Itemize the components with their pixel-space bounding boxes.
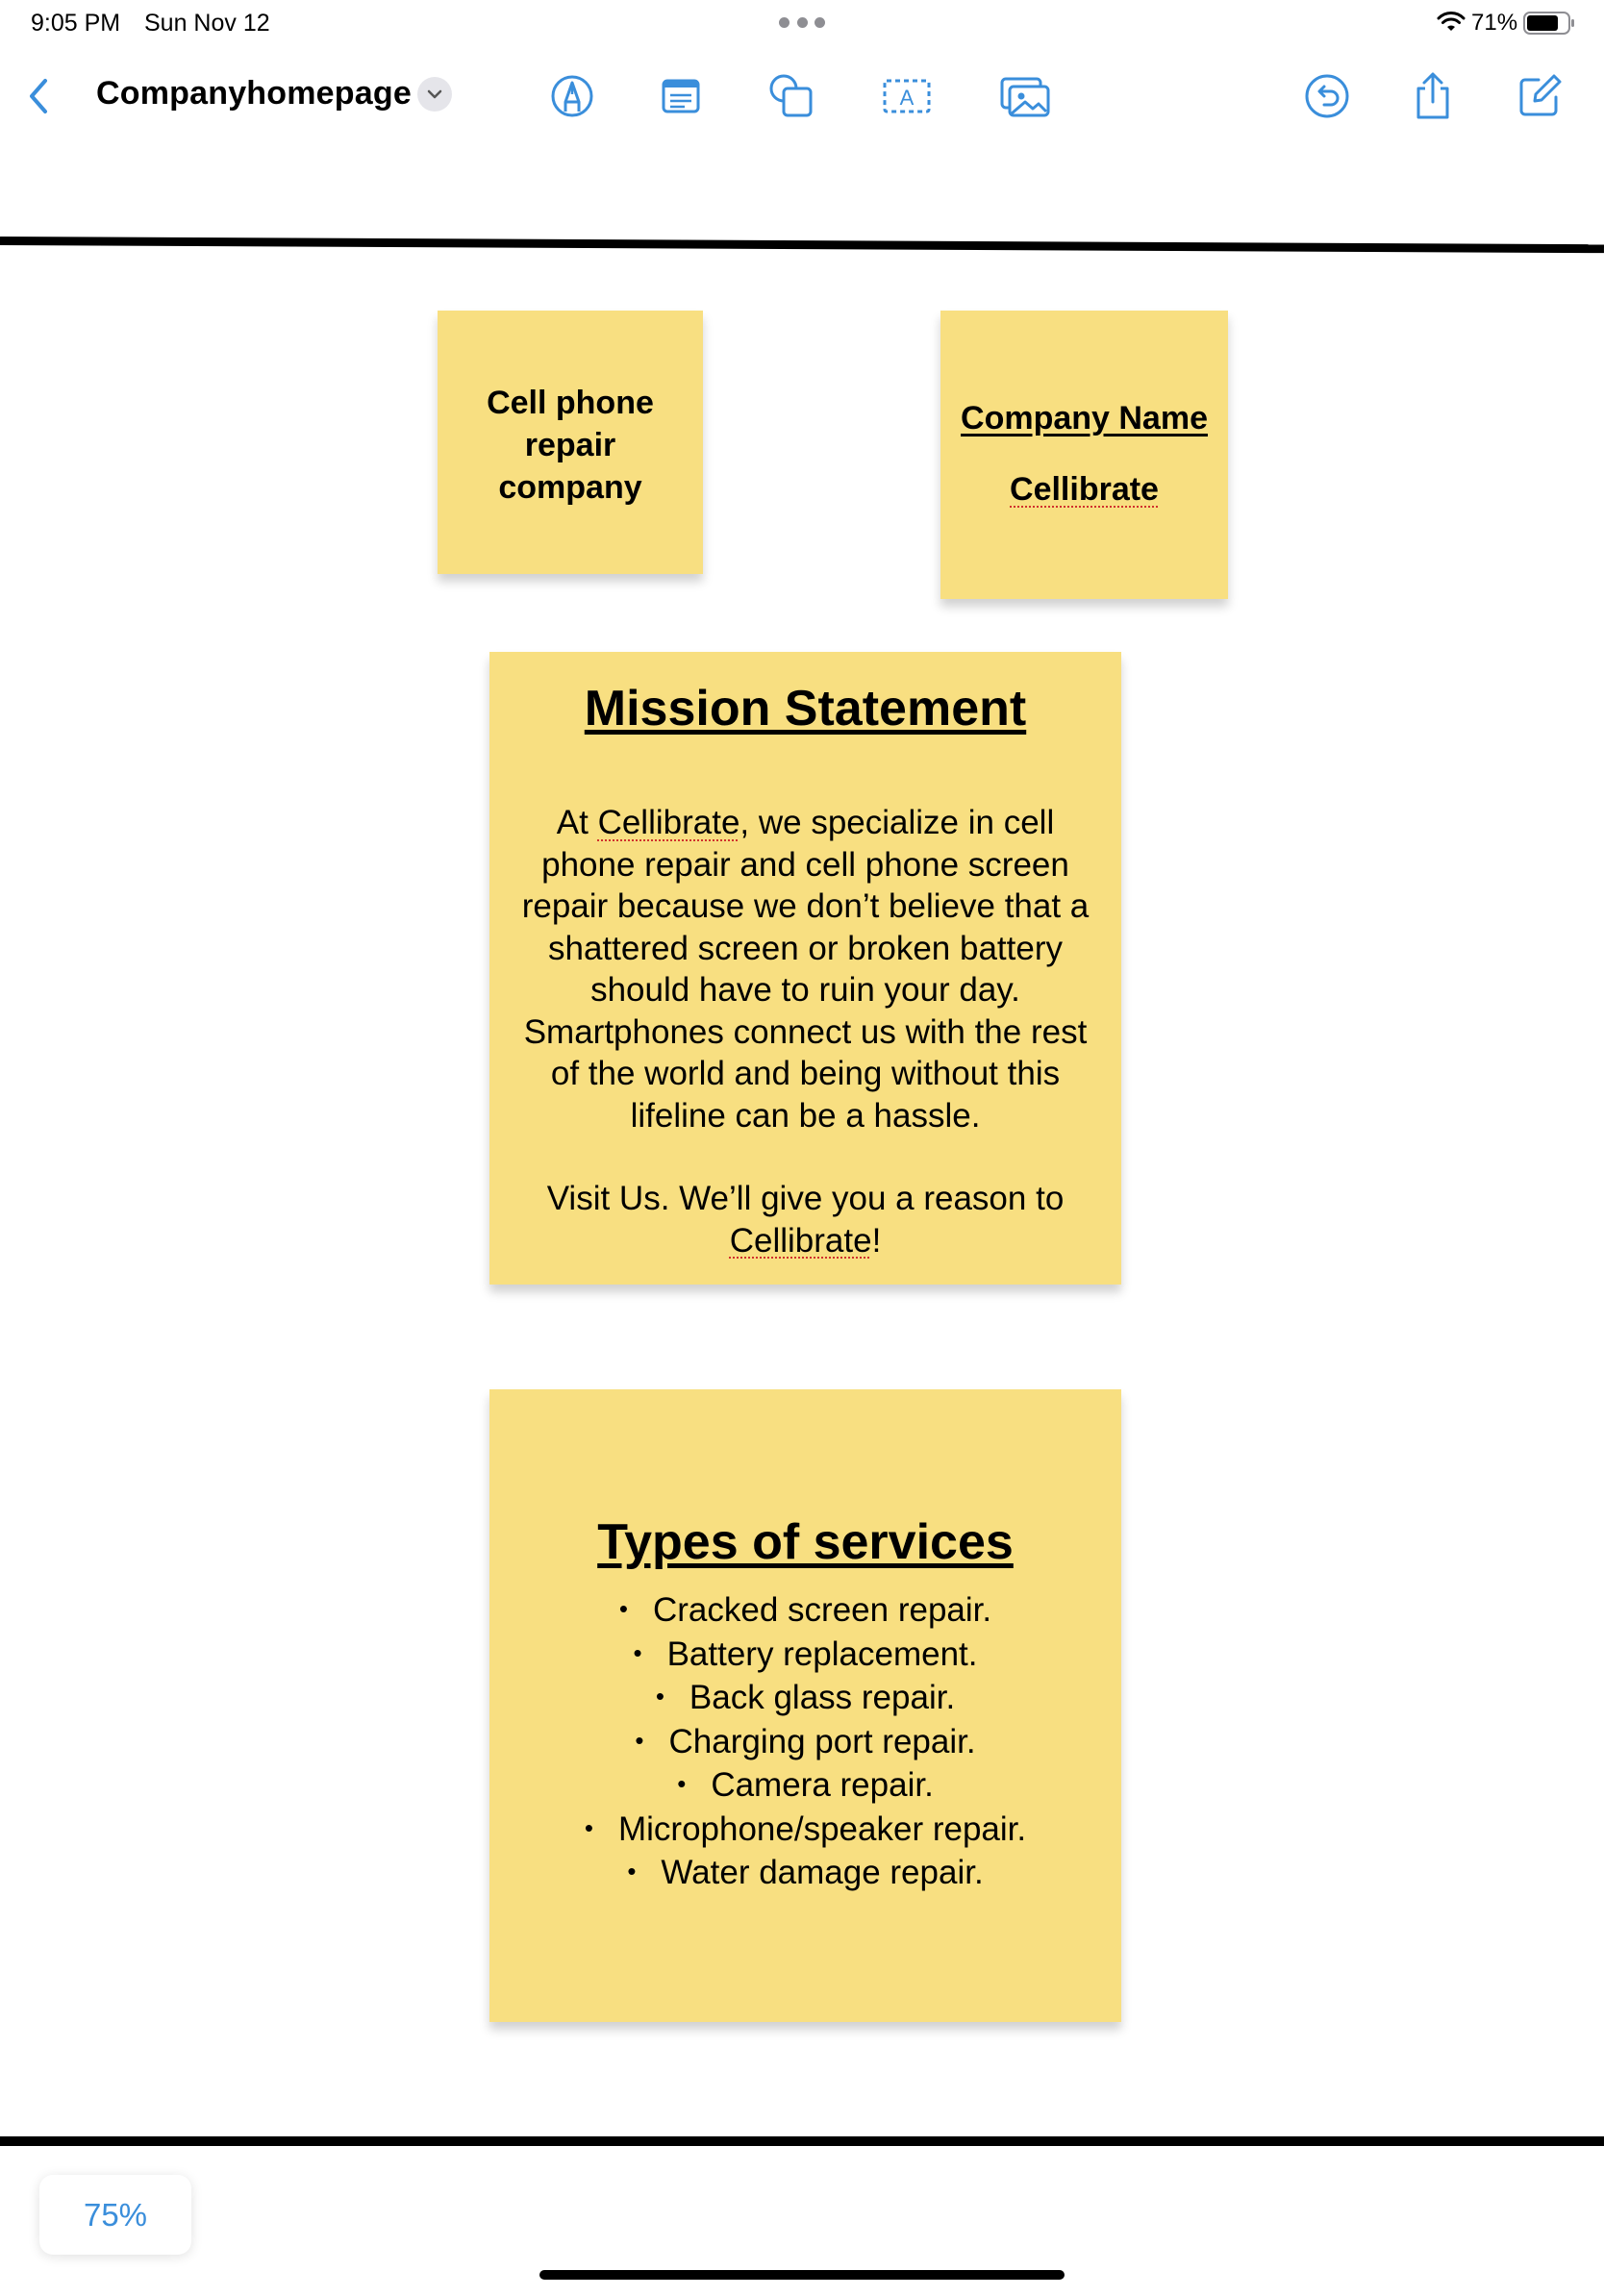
chevron-down-icon [427, 89, 442, 99]
sticky-note-tagline[interactable]: Cell phone repair company [438, 311, 703, 574]
tagline-line: repair [524, 427, 616, 463]
status-bar: 9:05 PM Sun Nov 12 71% [0, 0, 1604, 46]
status-time: 9:05 PM [31, 10, 121, 37]
mission-body: At Cellibrate, we specialize in cell pho… [521, 804, 1090, 1135]
sticky-note-services[interactable]: Types of services Cracked screen repair.… [489, 1389, 1121, 2022]
battery-percent: 71% [1471, 10, 1518, 36]
company-name-value: Cellibrate [1010, 471, 1159, 508]
text-box-button[interactable] [652, 67, 710, 125]
toolbar: Companyhomepage A [0, 58, 1604, 135]
list-item: Back glass repair. [509, 1677, 1102, 1721]
insert-image-button[interactable] [996, 67, 1054, 125]
pen-tool-button[interactable] [543, 67, 601, 125]
tagline-line: company [498, 469, 642, 506]
mission-heading: Mission Statement [584, 681, 1027, 736]
sticky-note-company[interactable]: Company Name Cellibrate [940, 311, 1228, 599]
svg-text:A: A [900, 86, 915, 110]
company-name-label: Company Name [961, 400, 1208, 437]
image-icon [1000, 77, 1050, 117]
text-field-button[interactable]: A [878, 67, 936, 125]
home-indicator[interactable] [539, 2270, 1065, 2280]
mission-closing: Visit Us. We’ll give you a reason to Cel… [546, 1180, 1065, 1260]
list-item: Water damage repair. [509, 1852, 1102, 1896]
services-heading: Types of services [597, 1514, 1014, 1570]
share-icon [1416, 72, 1449, 119]
undo-icon [1305, 74, 1349, 118]
list-item: Cracked screen repair. [509, 1589, 1102, 1634]
text-field-icon: A [883, 79, 931, 113]
list-item: Charging port repair. [509, 1721, 1102, 1765]
list-item: Battery replacement. [509, 1634, 1102, 1678]
undo-button[interactable] [1298, 67, 1356, 125]
wifi-icon [1437, 12, 1466, 31]
list-item: Camera repair. [509, 1764, 1102, 1809]
services-list: Cracked screen repair. Battery replaceme… [509, 1589, 1102, 1896]
tagline-line: Cell phone [487, 385, 654, 421]
list-item: Microphone/speaker repair. [509, 1809, 1102, 1853]
zoom-level-button[interactable]: 75% [39, 2175, 191, 2255]
shapes-icon [769, 74, 813, 117]
document-title[interactable]: Companyhomepage [96, 75, 412, 112]
back-button[interactable] [19, 71, 58, 121]
title-menu-button[interactable] [417, 77, 452, 112]
status-date: Sun Nov 12 [144, 10, 270, 37]
new-board-button[interactable] [1511, 67, 1568, 125]
battery-icon [1523, 12, 1574, 35]
pen-icon [551, 75, 593, 117]
shapes-button[interactable] [763, 67, 820, 125]
back-icon [30, 79, 47, 113]
text-box-icon [662, 79, 700, 113]
new-board-icon [1519, 74, 1562, 116]
sticky-note-mission[interactable]: Mission Statement At Cellibrate, we spec… [489, 652, 1121, 1285]
board-top-line[interactable] [0, 237, 1604, 254]
board-bottom-line[interactable] [0, 2136, 1604, 2146]
multitasking-dots-icon[interactable] [779, 17, 825, 29]
share-button[interactable] [1404, 67, 1462, 125]
